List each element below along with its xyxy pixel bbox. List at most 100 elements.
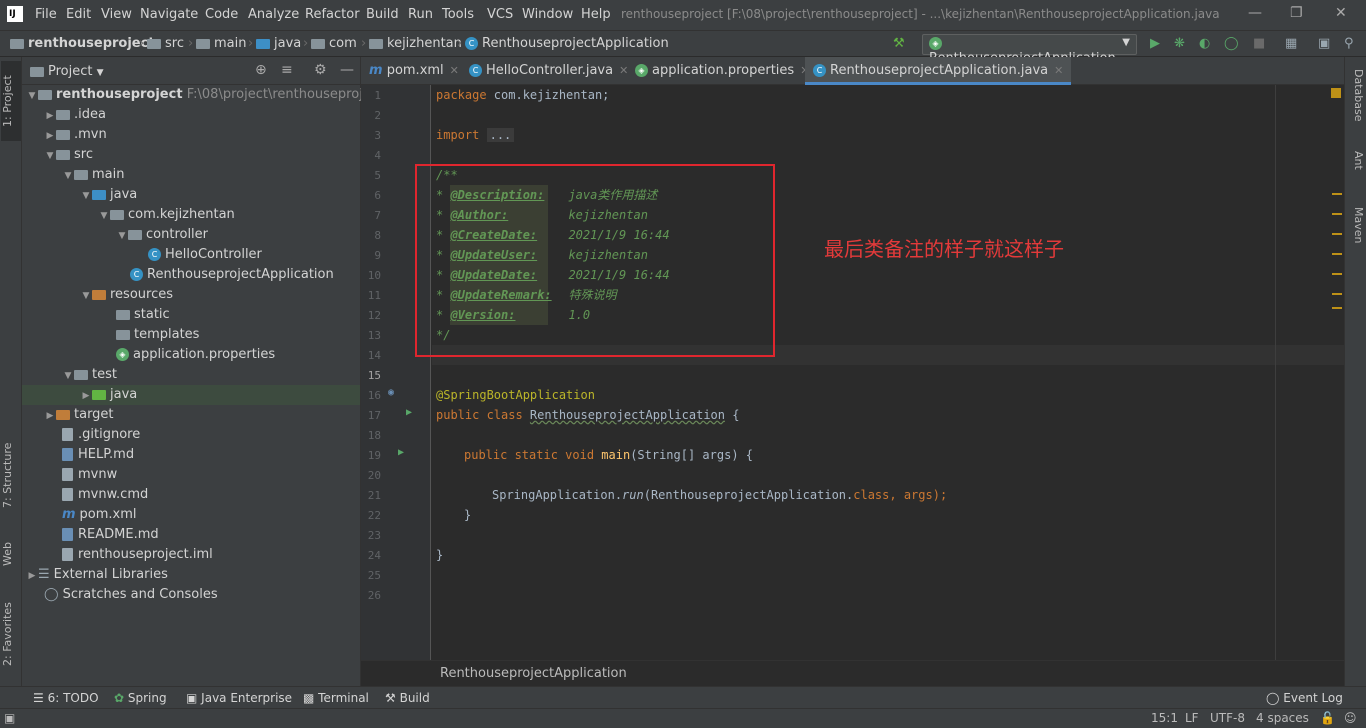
menu-help[interactable]: Help	[581, 7, 611, 22]
tab-maven-toolwindow[interactable]: Maven	[1347, 207, 1365, 267]
code-editor[interactable]: 1 2 3 4 5 6 7 8 9 10 11 12 13 14 15 16 17 18 19 20 21 22 23 24 2…	[361, 85, 1344, 660]
file-encoding[interactable]: UTF-8	[1210, 711, 1245, 725]
tree-item-static[interactable]: static	[22, 305, 360, 325]
warning-marker[interactable]	[1332, 273, 1342, 275]
expand-arrow-icon[interactable]: ▼	[62, 366, 74, 386]
run-icon[interactable]: ▶	[1150, 36, 1160, 51]
warning-marker[interactable]	[1332, 253, 1342, 255]
tree-item-gitignore[interactable]: .gitignore	[22, 425, 360, 445]
tab-application-java[interactable]: C RenthouseprojectApplication.java ✕	[805, 57, 1072, 85]
tree-item-root[interactable]: ▼ renthouseproject F:\08\project\renthous…	[22, 85, 384, 106]
editor-breadcrumb[interactable]: RenthouseprojectApplication	[361, 660, 1344, 686]
breadcrumb-com[interactable]: com	[311, 36, 357, 51]
expand-arrow-icon[interactable]: ▼	[98, 206, 110, 226]
tab-event-log[interactable]: ◯ Event Log	[1266, 691, 1343, 705]
tree-item-help-md[interactable]: HELP.md	[22, 445, 360, 465]
menu-tools[interactable]: Tools	[442, 7, 474, 22]
breadcrumb-main[interactable]: main	[196, 36, 246, 51]
tab-todo[interactable]: ☰ 6: TODO	[33, 691, 99, 705]
tab-structure-toolwindow[interactable]: 7: Structure	[1, 435, 21, 515]
tab-database-toolwindow[interactable]: Database	[1347, 69, 1365, 139]
tree-item-idea[interactable]: ▶ .idea	[22, 105, 360, 125]
restore-icon[interactable]: ❐	[1290, 5, 1303, 21]
menu-navigate[interactable]: Navigate	[140, 7, 198, 22]
warning-marker[interactable]	[1332, 193, 1342, 195]
tab-spring[interactable]: ✿ Spring	[114, 691, 167, 705]
close-tab-icon[interactable]: ✕	[450, 64, 459, 77]
tab-ant-toolwindow[interactable]: Ant	[1347, 151, 1365, 191]
breadcrumb-java[interactable]: java	[256, 36, 301, 51]
run-main-icon[interactable]: ▶	[398, 447, 404, 458]
tree-item-mvnw-cmd[interactable]: mvnw.cmd	[22, 485, 360, 505]
expand-arrow-icon[interactable]: ▼	[80, 186, 92, 206]
menu-window[interactable]: Window	[522, 7, 573, 22]
project-structure-icon[interactable]: ▦	[1285, 36, 1297, 51]
layout-icon[interactable]: ▣	[1318, 36, 1330, 51]
tree-item-test[interactable]: ▼ test	[22, 365, 360, 385]
tree-item-scratches[interactable]: ◯ Scratches and Consoles	[22, 585, 360, 605]
tree-item-iml[interactable]: renthouseproject.iml	[22, 545, 360, 565]
tab-web-toolwindow[interactable]: Web	[1, 529, 21, 579]
run-configuration-select[interactable]: ◈RenthouseprojectApplication▼	[922, 34, 1137, 66]
tree-item-src[interactable]: ▼ src	[22, 145, 360, 165]
gear-icon[interactable]: ⚙	[314, 62, 327, 78]
expand-arrow-icon[interactable]: ▼	[26, 86, 38, 106]
expand-arrow-icon[interactable]: ▼	[44, 146, 56, 166]
tab-application-properties[interactable]: ◈application.properties✕	[627, 57, 817, 85]
tab-favorites-toolwindow[interactable]: 2: Favorites	[1, 592, 21, 677]
debug-icon[interactable]: ❋	[1174, 36, 1185, 51]
search-icon[interactable]: ⚲	[1344, 36, 1354, 51]
lock-icon[interactable]: 🔓	[1320, 711, 1335, 725]
folded-imports[interactable]: ...	[486, 128, 515, 142]
tree-item-controller[interactable]: ▼ controller	[22, 225, 360, 245]
tree-item-resources[interactable]: ▼ resources	[22, 285, 360, 305]
build-hammer-icon[interactable]: ⚒	[893, 36, 905, 51]
project-view-select[interactable]: Project	[48, 64, 92, 79]
tree-item-mvnw[interactable]: mvnw	[22, 465, 360, 485]
warning-marker[interactable]	[1332, 307, 1342, 309]
locate-icon[interactable]: ⊕	[255, 62, 267, 78]
menu-file[interactable]: File	[35, 7, 57, 22]
inspector-icon[interactable]: ☺	[1344, 711, 1357, 725]
tree-item-target[interactable]: ▶ target	[22, 405, 360, 425]
warning-marker[interactable]	[1332, 233, 1342, 235]
minimize-icon[interactable]: —	[1248, 5, 1262, 21]
tab-pom-xml[interactable]: m pom.xml ✕	[361, 57, 467, 85]
warning-indicator-icon[interactable]	[1331, 88, 1341, 98]
expand-arrow-icon[interactable]: ▶	[26, 566, 38, 586]
tree-item-test-java[interactable]: ▶ java	[22, 385, 360, 405]
tab-project-toolwindow[interactable]: 1: Project	[1, 61, 21, 141]
warning-marker[interactable]	[1332, 293, 1342, 295]
expand-arrow-icon[interactable]: ▼	[62, 166, 74, 186]
menu-view[interactable]: View	[101, 7, 132, 22]
menu-vcs[interactable]: VCS	[487, 7, 513, 22]
tree-item-pom[interactable]: m pom.xml	[22, 505, 360, 525]
chevron-down-icon[interactable]: ▼	[97, 68, 104, 78]
breadcrumb-src[interactable]: src	[147, 36, 184, 51]
menu-edit[interactable]: Edit	[66, 7, 91, 22]
toggle-toolwindows-icon[interactable]: ▣	[4, 711, 15, 725]
menu-build[interactable]: Build	[366, 7, 399, 22]
expand-arrow-icon[interactable]: ▶	[80, 386, 92, 406]
collapse-all-icon[interactable]: ≡	[281, 62, 293, 78]
breadcrumb-project[interactable]: renthouseproject	[10, 36, 155, 51]
coverage-icon[interactable]: ◐	[1199, 36, 1210, 51]
breadcrumb-class[interactable]: C RenthouseprojectApplication	[465, 36, 669, 51]
tree-item-readme[interactable]: README.md	[22, 525, 360, 545]
expand-arrow-icon[interactable]: ▶	[44, 106, 56, 126]
line-separator[interactable]: LF	[1185, 711, 1199, 725]
tab-terminal[interactable]: ▩ Terminal	[303, 691, 369, 705]
hide-icon[interactable]: —	[340, 62, 354, 78]
expand-arrow-icon[interactable]: ▶	[44, 406, 56, 426]
tree-item-application-properties[interactable]: ◈ application.properties	[22, 345, 360, 365]
breadcrumb-kejizhentan[interactable]: kejizhentan	[369, 36, 462, 51]
menu-run[interactable]: Run	[408, 7, 433, 22]
expand-arrow-icon[interactable]: ▼	[80, 286, 92, 306]
caret-position[interactable]: 15:1	[1151, 711, 1178, 725]
tree-item-mvn[interactable]: ▶ .mvn	[22, 125, 360, 145]
tree-item-package[interactable]: ▼ com.kejizhentan	[22, 205, 360, 225]
tab-build[interactable]: ⚒ Build	[385, 691, 430, 705]
warning-marker[interactable]	[1332, 213, 1342, 215]
menu-refactor[interactable]: Refactor	[305, 7, 360, 22]
tab-hellocontroller[interactable]: C HelloController.java ✕	[461, 57, 636, 85]
